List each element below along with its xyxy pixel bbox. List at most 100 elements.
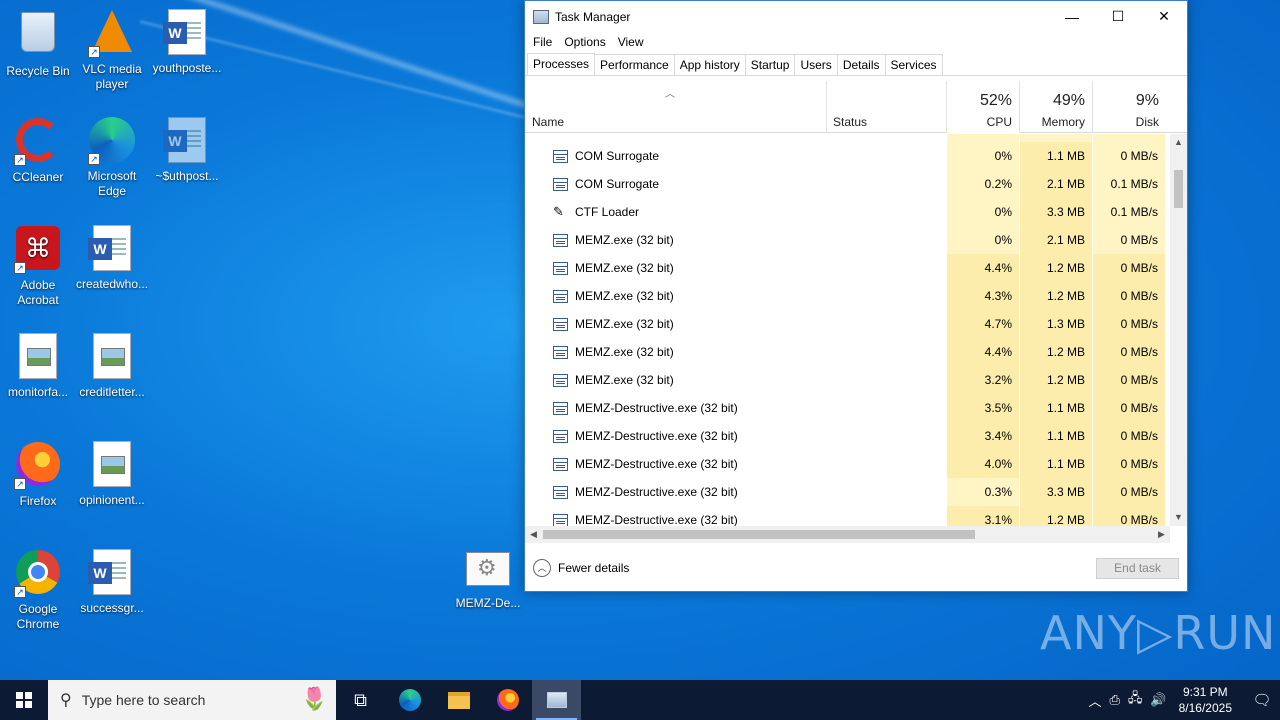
notification-center-icon[interactable]: 🗨 bbox=[1244, 691, 1280, 709]
process-name-cell: COM Surrogate bbox=[525, 149, 827, 163]
process-name-cell: MEMZ-Destructive.exe (32 bit) bbox=[525, 457, 827, 471]
network-icon[interactable]: 🖧 bbox=[1128, 689, 1143, 711]
task-manager-window[interactable]: Task Manager — ☐ ✕ File Options View Pro… bbox=[524, 0, 1188, 592]
desktop-icon-label: successgr... bbox=[80, 601, 144, 615]
tab-users[interactable]: Users bbox=[794, 54, 838, 75]
table-row[interactable]: ✎ CTF Loader 0% 3.3 MB 0.1 MB/s bbox=[525, 198, 1170, 226]
column-header-status[interactable]: Status bbox=[827, 81, 947, 133]
column-header-cpu[interactable]: 52% CPU bbox=[947, 81, 1020, 133]
table-row[interactable]: MEMZ-Destructive.exe (32 bit) 3.5% 1.1 MB 0… bbox=[525, 394, 1170, 422]
scroll-right-arrow-icon[interactable]: ▶ bbox=[1153, 526, 1170, 543]
end-task-button[interactable]: End task bbox=[1096, 558, 1179, 579]
maximize-button[interactable]: ☐ bbox=[1095, 1, 1141, 32]
menu-options[interactable]: Options bbox=[558, 35, 611, 49]
edge-icon: ↗ bbox=[88, 117, 136, 165]
tab-startup[interactable]: Startup bbox=[744, 54, 796, 75]
table-row[interactable]: MEMZ-Destructive.exe (32 bit) 3.4% 1.1 MB 0… bbox=[525, 422, 1170, 450]
tab-app-history[interactable]: App history bbox=[673, 54, 746, 75]
desktop-icon-microsoft-edge[interactable]: ↗ Microsoft Edge bbox=[74, 116, 150, 199]
window-icon bbox=[553, 513, 568, 526]
fewer-details-button[interactable]: ︿ Fewer details bbox=[533, 559, 629, 577]
process-name: CTF Loader bbox=[575, 205, 640, 219]
chevron-up-icon[interactable]: ︿ bbox=[1089, 691, 1102, 710]
scrollbar-thumb[interactable] bbox=[543, 530, 975, 539]
memory-total-percent: 49% bbox=[1052, 92, 1085, 109]
table-row[interactable]: MEMZ-Destructive.exe (32 bit) 0.3% 3.3 MB 0… bbox=[525, 478, 1170, 506]
desktop-icon-opinionent[interactable]: opinionent... bbox=[74, 440, 150, 508]
taskbar-firefox-button[interactable] bbox=[483, 680, 532, 720]
desktop-icon-memz-destructive[interactable]: MEMZ-De... bbox=[452, 552, 524, 610]
scroll-left-arrow-icon[interactable]: ◀ bbox=[525, 526, 542, 543]
table-row[interactable]: COM Surrogate 0% 1.1 MB 0 MB/s bbox=[525, 142, 1170, 170]
table-row[interactable]: MEMZ.exe (32 bit) 3.2% 1.2 MB 0 MB/s bbox=[525, 366, 1170, 394]
window-title: Task Manager bbox=[555, 9, 631, 24]
desktop-icon-label: opinionent... bbox=[79, 493, 145, 507]
desktop-icon-temp-word-file[interactable]: W ~$uthpost... bbox=[149, 116, 225, 184]
taskbar-file-explorer-button[interactable] bbox=[434, 680, 483, 720]
adobe-acrobat-icon: ⌘ ↗ bbox=[14, 226, 62, 274]
desktop-icon-label: monitorfa... bbox=[7, 385, 69, 399]
menu-view[interactable]: View bbox=[612, 35, 650, 49]
tab-strip: Processes Performance App history Startu… bbox=[525, 53, 1187, 76]
column-header-memory[interactable]: 49% Memory bbox=[1020, 81, 1093, 133]
process-cpu-cell: 4.4% bbox=[947, 254, 1020, 282]
process-cpu-cell: 3.2% bbox=[947, 366, 1020, 394]
scrollbar-thumb[interactable] bbox=[1174, 170, 1183, 208]
process-name: MEMZ.exe (32 bit) bbox=[575, 345, 674, 359]
search-placeholder: Type here to search bbox=[81, 692, 206, 708]
table-row[interactable]: MEMZ-Destructive.exe (32 bit) 4.0% 1.1 MB 0… bbox=[525, 450, 1170, 478]
desktop-icon-youthposte[interactable]: W youthposte... bbox=[149, 8, 225, 76]
taskbar-task-manager-button[interactable] bbox=[532, 680, 581, 720]
desktop-icon-monitorfa[interactable]: monitorfa... bbox=[0, 332, 76, 400]
minimize-button[interactable]: — bbox=[1049, 1, 1095, 32]
title-bar[interactable]: Task Manager — ☐ ✕ bbox=[525, 1, 1187, 32]
device-icon[interactable]: ⎙ bbox=[1110, 692, 1120, 708]
process-memory-cell: 1.1 MB bbox=[1020, 394, 1093, 422]
horizontal-scrollbar[interactable]: ◀ ▶ bbox=[525, 526, 1170, 543]
taskbar-edge-button[interactable] bbox=[385, 680, 434, 720]
desktop-icon-label: Google Chrome bbox=[16, 602, 60, 631]
process-name: MEMZ-Destructive.exe (32 bit) bbox=[575, 485, 738, 499]
tab-details[interactable]: Details bbox=[836, 54, 886, 75]
process-disk-cell: 0 MB/s bbox=[1093, 506, 1166, 526]
desktop-icon-adobe-acrobat[interactable]: ⌘ ↗ Adobe Acrobat bbox=[0, 224, 76, 308]
shortcut-arrow-icon: ↗ bbox=[14, 478, 26, 490]
tab-performance[interactable]: Performance bbox=[594, 54, 675, 75]
desktop-icon-createdwho[interactable]: W createdwho... bbox=[74, 224, 150, 292]
table-row[interactable]: MEMZ.exe (32 bit) 4.4% 1.2 MB 0 MB/s bbox=[525, 254, 1170, 282]
table-row[interactable]: MEMZ-Destructive.exe (32 bit) 3.1% 1.2 MB 0… bbox=[525, 506, 1170, 526]
task-view-button[interactable]: ⧉ bbox=[336, 680, 385, 720]
vertical-scrollbar[interactable]: ▲ ▼ bbox=[1170, 134, 1187, 526]
clock[interactable]: 9:31 PM 8/16/2025 bbox=[1179, 684, 1232, 716]
desktop-icon-ccleaner[interactable]: ↗ CCleaner bbox=[0, 116, 76, 185]
process-name: MEMZ-Destructive.exe (32 bit) bbox=[575, 513, 738, 526]
close-button[interactable]: ✕ bbox=[1141, 1, 1187, 32]
table-row[interactable]: MEMZ.exe (32 bit) 4.3% 1.2 MB 0 MB/s bbox=[525, 282, 1170, 310]
table-row[interactable]: MEMZ.exe (32 bit) 0% 2.1 MB 0 MB/s bbox=[525, 226, 1170, 254]
tab-services[interactable]: Services bbox=[884, 54, 943, 75]
table-row[interactable]: COM Surrogate 0.2% 2.1 MB 0.1 MB/s bbox=[525, 170, 1170, 198]
process-list[interactable]: COM Surrogate 0% 1.1 MB 0 MB/s COM Surrogate… bbox=[525, 134, 1170, 526]
desktop-icon-recycle-bin[interactable]: Recycle Bin bbox=[0, 8, 76, 79]
column-header-name[interactable]: ︿ Name bbox=[525, 81, 827, 133]
column-header-disk[interactable]: 9% Disk bbox=[1093, 81, 1166, 133]
scroll-down-arrow-icon[interactable]: ▼ bbox=[1170, 509, 1187, 526]
window-icon bbox=[553, 373, 568, 387]
menu-file[interactable]: File bbox=[527, 35, 558, 49]
image-file-icon bbox=[14, 333, 62, 381]
process-memory-cell: 3.3 MB bbox=[1020, 478, 1093, 506]
start-button[interactable] bbox=[0, 680, 48, 720]
volume-icon[interactable]: 🔊 bbox=[1150, 692, 1166, 708]
process-memory-cell: 1.2 MB bbox=[1020, 506, 1093, 526]
table-row[interactable]: MEMZ.exe (32 bit) 4.4% 1.2 MB 0 MB/s bbox=[525, 338, 1170, 366]
desktop-icon-firefox[interactable]: ↗ Firefox bbox=[0, 440, 76, 509]
desktop-icon-creditletter[interactable]: creditletter... bbox=[74, 332, 150, 400]
scroll-up-arrow-icon[interactable]: ▲ bbox=[1170, 134, 1187, 151]
desktop-icon-google-chrome[interactable]: ↗ Google Chrome bbox=[0, 548, 76, 632]
table-row[interactable]: MEMZ.exe (32 bit) 4.7% 1.3 MB 0 MB/s bbox=[525, 310, 1170, 338]
desktop-icon-successgr[interactable]: W successgr... bbox=[74, 548, 150, 616]
taskbar-search-box[interactable]: ⚲ Type here to search 🌷 bbox=[48, 680, 336, 720]
clock-time: 9:31 PM bbox=[1182, 685, 1228, 699]
desktop-icon-vlc[interactable]: ↗ VLC media player bbox=[74, 8, 150, 92]
tab-processes[interactable]: Processes bbox=[527, 53, 596, 75]
